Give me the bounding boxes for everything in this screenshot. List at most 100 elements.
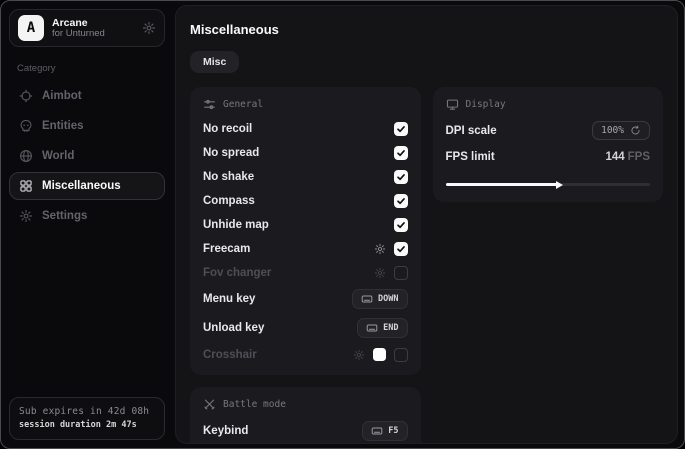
dpi-scale-badge[interactable]: 100% <box>592 121 650 140</box>
content-columns: General No recoil No spread No shake Compass… <box>190 87 663 444</box>
card-header: Display <box>446 98 651 111</box>
keyboard-icon <box>371 425 383 437</box>
setting-controls: F5 <box>362 421 407 441</box>
sidebar-item-settings[interactable]: Settings <box>9 202 165 230</box>
setting-controls: 100% <box>592 121 650 140</box>
setting-row-no-spread: No spread <box>203 145 408 160</box>
swords-icon <box>203 398 216 411</box>
setting-row-menu-key: Menu key DOWN <box>203 289 408 309</box>
app-header-card: A Arcane for Unturned <box>9 9 165 47</box>
setting-label: Crosshair <box>203 349 257 361</box>
slider-thumb[interactable] <box>556 181 563 189</box>
tab-misc[interactable]: Misc <box>190 51 239 73</box>
setting-label: Keybind <box>203 425 248 437</box>
checkbox-unchecked[interactable] <box>394 348 408 362</box>
sidebar-item-aimbot[interactable]: Aimbot <box>9 82 165 110</box>
display-card: Display DPI scale 100% FPS limit 144FPS <box>433 87 664 202</box>
setting-row-unhide-map: Unhide map <box>203 217 408 232</box>
monitor-icon <box>446 98 459 111</box>
session-duration-text: session duration 2m 47s <box>19 419 155 432</box>
setting-row-no-shake: No shake <box>203 169 408 184</box>
keybind-value: END <box>383 323 398 333</box>
keybind-badge[interactable]: F5 <box>362 421 407 441</box>
keybind-value: DOWN <box>378 294 398 304</box>
setting-controls: 144FPS <box>605 151 650 163</box>
setting-controls <box>374 242 408 256</box>
setting-label: FPS limit <box>446 151 495 163</box>
row-config-gear-icon[interactable] <box>374 267 386 279</box>
keybind-value: F5 <box>388 426 398 436</box>
sidebar-item-label: Entities <box>42 120 84 132</box>
setting-label: No recoil <box>203 123 252 135</box>
card-title: General <box>223 99 263 110</box>
app-logo: A <box>18 15 44 41</box>
setting-row-fps-limit: FPS limit 144FPS <box>446 149 651 164</box>
refresh-icon[interactable] <box>630 125 641 136</box>
main-panel: Miscellaneous Misc General No recoil No sp… <box>175 5 678 444</box>
sidebar-nav: Aimbot Entities World Miscellaneous Settings <box>9 82 165 230</box>
sidebar-item-miscellaneous[interactable]: Miscellaneous <box>9 172 165 200</box>
left-column: General No recoil No spread No shake Compass… <box>190 87 421 444</box>
setting-controls: DOWN <box>352 289 407 309</box>
setting-label: No spread <box>203 147 259 159</box>
keybind-badge[interactable]: DOWN <box>352 289 407 309</box>
app-window: A Arcane for Unturned Category Aimbot Ent… <box>0 0 685 449</box>
setting-controls <box>374 266 408 280</box>
setting-controls <box>353 348 408 362</box>
setting-label: Freecam <box>203 243 250 255</box>
category-label: Category <box>17 63 165 74</box>
tab-bar: Misc <box>190 51 663 73</box>
gear-icon <box>19 209 33 223</box>
slider-value: 144FPS <box>605 151 650 163</box>
checkbox-checked[interactable] <box>394 122 408 136</box>
checkbox-checked[interactable] <box>394 242 408 256</box>
setting-label: Unload key <box>203 322 264 334</box>
setting-controls: END <box>357 318 407 338</box>
page-title: Miscellaneous <box>190 22 663 37</box>
sliders-icon <box>203 98 216 111</box>
setting-row-fov-changer: Fov changer <box>203 265 408 280</box>
setting-label: Compass <box>203 195 255 207</box>
row-config-gear-icon[interactable] <box>374 243 386 255</box>
checkbox-unchecked[interactable] <box>394 266 408 280</box>
keyboard-icon <box>361 293 373 305</box>
setting-row-crosshair: Crosshair <box>203 347 408 362</box>
setting-controls <box>394 122 408 136</box>
sub-expiry-text: Sub expires in 42d 08h <box>19 405 155 419</box>
general-card: General No recoil No spread No shake Compass… <box>190 87 421 375</box>
setting-label: Menu key <box>203 293 255 305</box>
right-column: Display DPI scale 100% FPS limit 144FPS <box>433 87 664 202</box>
setting-row-compass: Compass <box>203 193 408 208</box>
checkbox-checked[interactable] <box>394 170 408 184</box>
app-meta: Arcane for Unturned <box>52 17 134 40</box>
checkbox-checked[interactable] <box>394 194 408 208</box>
setting-row-freecam: Freecam <box>203 241 408 256</box>
sidebar-item-label: World <box>42 150 74 162</box>
sidebar: A Arcane for Unturned Category Aimbot Ent… <box>1 1 173 448</box>
setting-controls <box>394 194 408 208</box>
grid-icon <box>19 179 33 193</box>
app-name: Arcane <box>52 17 134 29</box>
globe-icon <box>19 149 33 163</box>
crosshair-icon <box>19 89 33 103</box>
keybind-badge[interactable]: END <box>357 318 407 338</box>
card-title: Display <box>466 99 506 110</box>
app-settings-gear-icon[interactable] <box>142 21 156 35</box>
checkbox-checked[interactable] <box>394 146 408 160</box>
sidebar-item-world[interactable]: World <box>9 142 165 170</box>
sidebar-item-label: Miscellaneous <box>42 180 121 192</box>
card-header: Battle mode <box>203 398 408 411</box>
setting-controls <box>394 218 408 232</box>
checkbox-checked[interactable] <box>394 218 408 232</box>
fps-limit-slider[interactable] <box>446 183 651 186</box>
app-subtitle: for Unturned <box>52 29 134 40</box>
setting-row-unload-key: Unload key END <box>203 318 408 338</box>
color-swatch[interactable] <box>373 348 386 361</box>
setting-label: No shake <box>203 171 254 183</box>
sidebar-item-entities[interactable]: Entities <box>9 112 165 140</box>
card-header: General <box>203 98 408 111</box>
setting-label: DPI scale <box>446 125 497 137</box>
row-config-gear-icon[interactable] <box>353 349 365 361</box>
battle-mode-card: Battle mode Keybind F5 <box>190 387 421 444</box>
card-title: Battle mode <box>223 399 286 410</box>
